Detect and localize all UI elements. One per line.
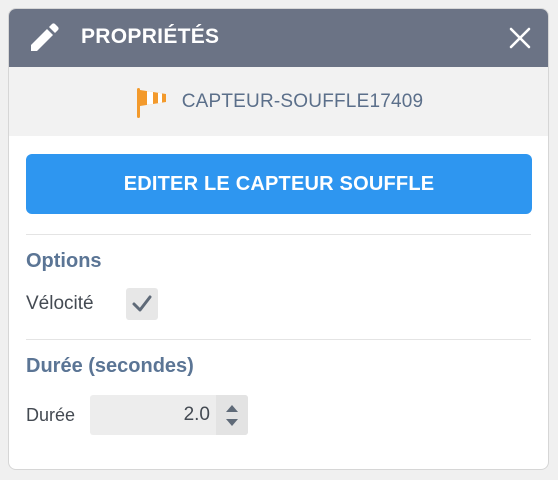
velocity-label: Vélocité [26, 293, 94, 314]
sensor-header: CAPTEUR-SOUFFLE17409 [9, 67, 548, 136]
options-section-title: Options [26, 250, 102, 272]
decrement-button[interactable] [222, 415, 242, 429]
velocity-option-row: Vélocité [26, 288, 531, 320]
panel-header: PROPRIÉTÉS [9, 9, 548, 67]
duration-label: Durée [26, 404, 76, 425]
edit-sensor-button[interactable]: EDITER LE CAPTEUR SOUFFLE [26, 154, 532, 214]
duration-row: Durée [26, 395, 531, 435]
increment-button[interactable] [222, 401, 242, 415]
panel-title: PROPRIÉTÉS [81, 25, 220, 48]
divider [26, 234, 531, 235]
check-icon [132, 295, 152, 312]
properties-panel: PROPRIÉTÉS CAPTEUR-SOUFFLE17409 EDITER L… [8, 8, 549, 470]
duration-input[interactable] [90, 395, 216, 435]
velocity-checkbox[interactable] [126, 288, 158, 320]
caret-up-icon [226, 404, 238, 412]
duration-section-title: Durée (secondes) [26, 355, 194, 377]
windsock-icon [136, 87, 166, 118]
duration-stepper [90, 395, 248, 435]
close-icon[interactable] [508, 26, 532, 50]
divider [26, 339, 531, 340]
sensor-name: CAPTEUR-SOUFFLE17409 [181, 90, 424, 112]
caret-down-icon [226, 418, 238, 426]
panel-body: EDITER LE CAPTEUR SOUFFLE Options Véloci… [9, 136, 548, 435]
pencil-icon [31, 23, 59, 51]
duration-spinner [216, 395, 248, 435]
